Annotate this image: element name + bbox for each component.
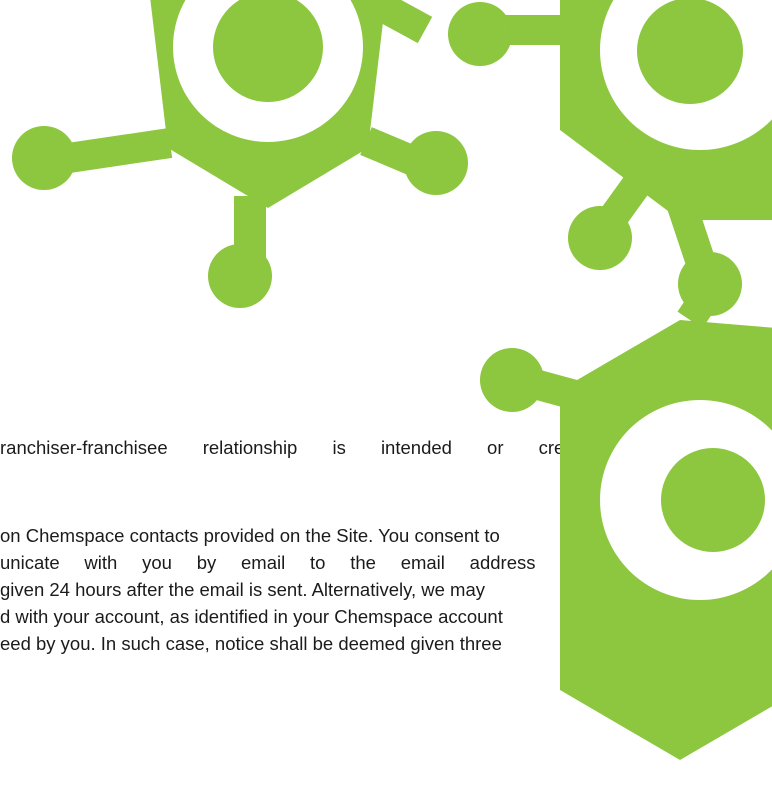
atom-left-right bbox=[404, 131, 468, 195]
bond-lowerright-top bbox=[677, 281, 723, 329]
atom-left-bottom bbox=[208, 244, 272, 308]
hexagon-dot-topright bbox=[637, 0, 743, 104]
atom-lowerright-left bbox=[480, 348, 544, 412]
molecule-shapes bbox=[12, 0, 772, 760]
molecule-decoration bbox=[12, 0, 772, 760]
document-page: ranchiser-franchisee relationship is int… bbox=[0, 0, 772, 787]
bond-left-lower-left bbox=[59, 128, 173, 174]
hexagon-dot-lowerright bbox=[661, 448, 765, 552]
atom-left-left bbox=[12, 126, 76, 190]
atom-topright-left bbox=[448, 2, 512, 66]
atom-topright-bottom bbox=[568, 206, 632, 270]
bond-topright-mid bbox=[665, 195, 715, 265]
